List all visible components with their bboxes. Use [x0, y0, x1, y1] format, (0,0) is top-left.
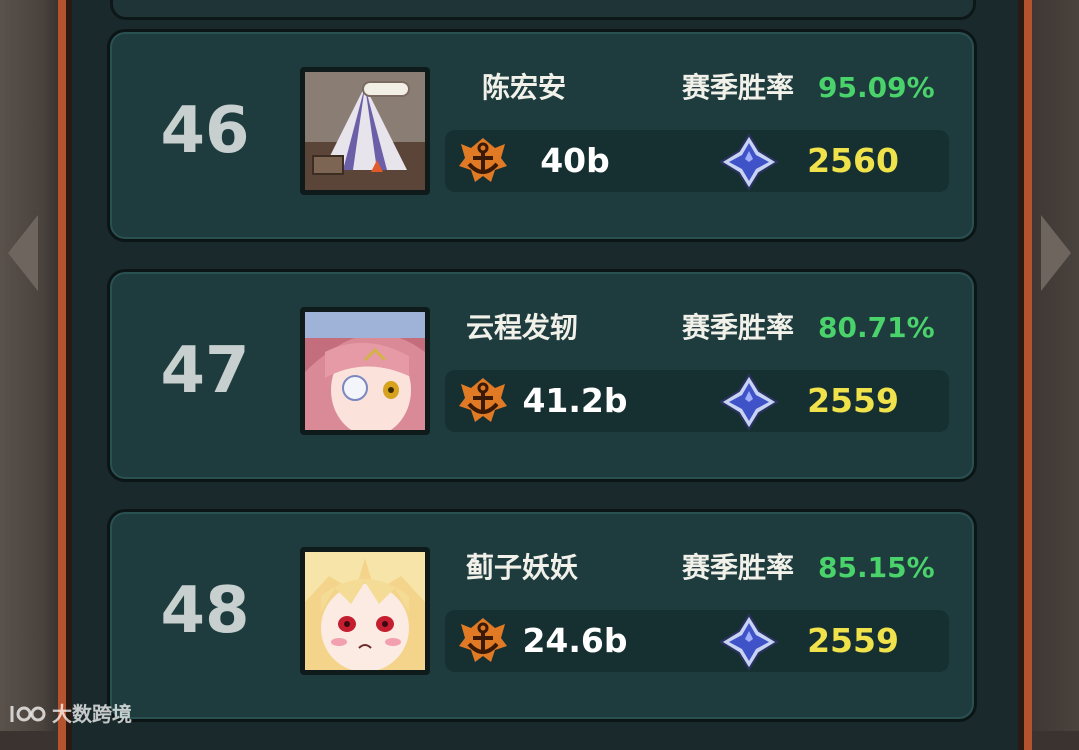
leaderboard-top-edge [110, 0, 976, 20]
watermark: 大数跨境 [8, 698, 132, 726]
player-avatar[interactable] [300, 307, 430, 435]
watermark-logo-icon [10, 705, 46, 722]
prev-arrow-icon[interactable] [8, 215, 38, 291]
rank-number: 47 [160, 334, 250, 408]
win-rate-label: 赛季胜率 [682, 551, 795, 584]
stats-bar: 41.2b 2559 [445, 370, 949, 432]
player-name: 蓟子妖妖 [466, 551, 579, 584]
watermark-text: 大数跨境 [52, 701, 132, 726]
anchor-emblem-icon [459, 378, 507, 422]
score-value: 2559 [807, 621, 899, 660]
blonde-girl-avatar-icon [305, 552, 425, 670]
player-name: 云程发轫 [466, 311, 579, 344]
power-value: 41.2b [522, 381, 628, 420]
power-value: 24.6b [522, 621, 628, 660]
anchor-emblem-icon [459, 138, 507, 182]
win-rate-value: 95.09% [818, 71, 935, 104]
next-arrow-icon[interactable] [1041, 215, 1071, 291]
win-rate-label: 赛季胜率 [682, 71, 795, 104]
leaderboard-row[interactable]: 46 陈宏安 赛季胜率 95.09% 40b 2560 [107, 29, 977, 242]
blue-star-gem-icon [719, 373, 779, 431]
player-name: 陈宏安 [482, 71, 567, 104]
rank-number: 48 [160, 574, 250, 648]
blue-star-gem-icon [719, 613, 779, 671]
anchor-emblem-icon [459, 618, 507, 662]
tent-scroll-avatar-icon [305, 72, 425, 190]
win-rate-value: 85.15% [818, 551, 935, 584]
pink-hair-girl-avatar-icon [305, 312, 425, 430]
player-avatar[interactable] [300, 67, 430, 195]
blue-star-gem-icon [719, 133, 779, 191]
leaderboard-row[interactable]: 47 云程发轫 赛季胜率 80.71% 41.2b 2559 [107, 269, 977, 482]
leaderboard-row[interactable]: 48 蓟子妖妖 赛季胜率 85.15% 24.6b 2559 [107, 509, 977, 722]
rank-number: 46 [160, 94, 250, 168]
stats-bar: 40b 2560 [445, 130, 949, 192]
score-value: 2559 [807, 381, 899, 420]
win-rate-label: 赛季胜率 [682, 311, 795, 344]
stats-bar: 24.6b 2559 [445, 610, 949, 672]
power-value: 40b [540, 141, 610, 180]
score-value: 2560 [807, 141, 899, 180]
win-rate-value: 80.71% [818, 311, 935, 344]
player-avatar[interactable] [300, 547, 430, 675]
